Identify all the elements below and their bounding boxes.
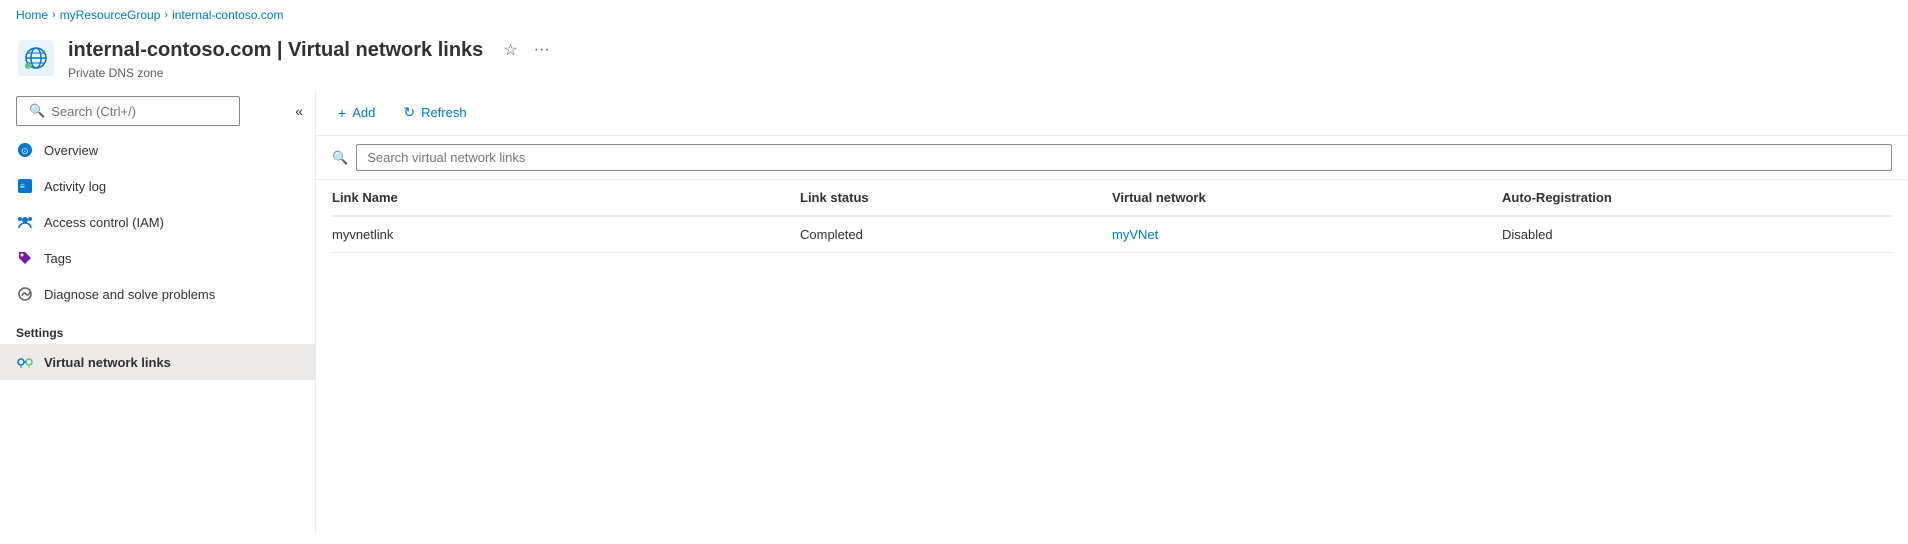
sidebar-search-row: 🔍 « [0, 90, 315, 132]
header-text: internal-contoso.com | Virtual network l… [68, 36, 554, 80]
main-content: + Add ↻ Refresh 🔍 Link Name Link status … [316, 90, 1908, 534]
sidebar-item-diagnose[interactable]: Diagnose and solve problems [0, 276, 315, 312]
resource-icon: ↔ [16, 38, 56, 78]
iam-icon [16, 213, 34, 231]
favorite-button[interactable]: ☆ [499, 36, 521, 64]
content-search-icon: 🔍 [332, 150, 348, 166]
refresh-button[interactable]: ↻ Refresh [397, 100, 472, 125]
settings-section-label: Settings [0, 312, 315, 344]
col-header-auto-registration: Auto-Registration [1502, 180, 1892, 216]
vnet-links-search-input[interactable] [356, 144, 1892, 171]
breadcrumb-home[interactable]: Home [16, 8, 48, 22]
cell-auto-registration: Disabled [1502, 216, 1892, 253]
sidebar-item-iam[interactable]: Access control (IAM) [0, 204, 315, 240]
overview-icon: ⊙ [16, 141, 34, 159]
cell-virtual-network: myVNet [1112, 216, 1502, 253]
sidebar-search-container: 🔍 [16, 96, 240, 126]
sidebar-item-vnet-links-label: Virtual network links [44, 355, 171, 370]
sidebar-search-icon: 🔍 [29, 103, 45, 119]
refresh-label: Refresh [421, 105, 467, 120]
col-header-virtual-network: Virtual network [1112, 180, 1502, 216]
sidebar-search-input[interactable] [51, 104, 227, 119]
more-options-button[interactable]: ··· [530, 37, 554, 63]
svg-text:⊙: ⊙ [21, 146, 29, 156]
diagnose-icon [16, 285, 34, 303]
tags-icon [16, 249, 34, 267]
breadcrumb-resource-group[interactable]: myResourceGroup [60, 8, 161, 22]
svg-text:↔: ↔ [27, 64, 31, 69]
table-body: myvnetlink Completed myVNet Disabled [332, 216, 1892, 253]
page-title: internal-contoso.com | Virtual network l… [68, 36, 554, 64]
vnet-links-table-container: Link Name Link status Virtual network Au… [316, 180, 1908, 253]
breadcrumb: Home › myResourceGroup › internal-contos… [0, 0, 1908, 30]
add-icon: + [338, 105, 346, 121]
col-header-link-name: Link Name [332, 180, 800, 216]
cell-link-name: myvnetlink [332, 216, 800, 253]
table-header-row: Link Name Link status Virtual network Au… [332, 180, 1892, 216]
vnet-links-table: Link Name Link status Virtual network Au… [332, 180, 1892, 253]
breadcrumb-resource[interactable]: internal-contoso.com [172, 8, 283, 22]
vnet-links-icon [16, 353, 34, 371]
add-label: Add [352, 105, 375, 120]
sidebar-item-activity-log-label: Activity log [44, 179, 106, 194]
refresh-icon: ↻ [403, 104, 415, 121]
page-title-text: internal-contoso.com | Virtual network l… [68, 39, 483, 62]
col-header-link-status: Link status [800, 180, 1112, 216]
sidebar-item-activity-log[interactable]: ≡ Activity log [0, 168, 315, 204]
breadcrumb-sep-1: › [52, 9, 56, 21]
main-layout: 🔍 « ⊙ Overview ≡ Activity log Access con… [0, 90, 1908, 534]
breadcrumb-sep-2: › [164, 9, 168, 21]
sidebar-item-tags[interactable]: Tags [0, 240, 315, 276]
activity-log-icon: ≡ [16, 177, 34, 195]
sidebar-item-vnet-links[interactable]: Virtual network links [0, 344, 315, 380]
resource-subtitle: Private DNS zone [68, 66, 554, 80]
sidebar-item-tags-label: Tags [44, 251, 71, 266]
table-row: myvnetlink Completed myVNet Disabled [332, 216, 1892, 253]
sidebar-item-iam-label: Access control (IAM) [44, 215, 164, 230]
content-toolbar: + Add ↻ Refresh [316, 90, 1908, 136]
sidebar-item-diagnose-label: Diagnose and solve problems [44, 287, 215, 302]
content-search-bar: 🔍 [316, 136, 1908, 180]
sidebar-item-overview[interactable]: ⊙ Overview [0, 132, 315, 168]
cell-link-status: Completed [800, 216, 1112, 253]
sidebar: 🔍 « ⊙ Overview ≡ Activity log Access con… [0, 90, 316, 534]
page-header: ↔ internal-contoso.com | Virtual network… [0, 30, 1908, 90]
add-button[interactable]: + Add [332, 101, 381, 125]
dns-zone-icon: ↔ [18, 40, 54, 76]
collapse-sidebar-button[interactable]: « [287, 99, 311, 123]
header-actions: ☆ ··· [499, 36, 553, 64]
sidebar-item-overview-label: Overview [44, 143, 98, 158]
svg-text:≡: ≡ [20, 182, 25, 191]
virtual-network-link[interactable]: myVNet [1112, 227, 1158, 242]
